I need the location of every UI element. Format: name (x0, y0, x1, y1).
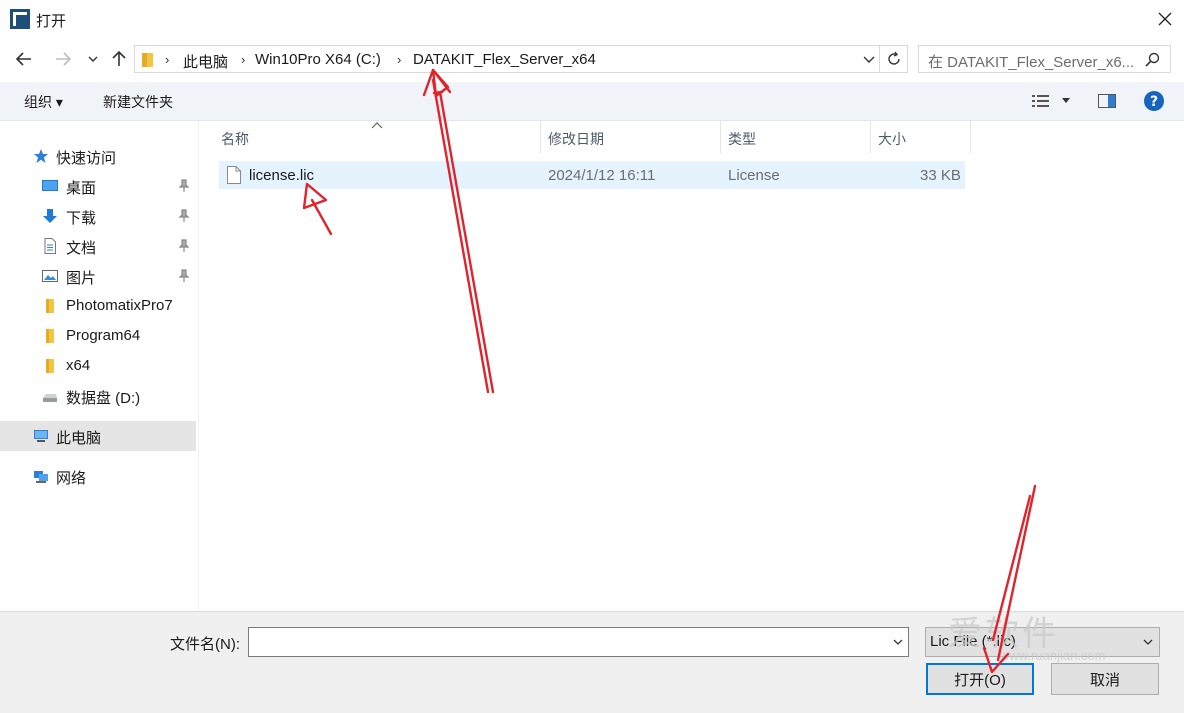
back-button[interactable] (11, 46, 37, 72)
toolbar: 组织 ▾ 新建文件夹 ? (0, 82, 1184, 121)
help-icon[interactable]: ? (1143, 90, 1165, 112)
sidebar-item-network[interactable]: 网络 (0, 461, 196, 491)
chevron-down-icon[interactable] (893, 639, 903, 646)
document-icon (44, 238, 56, 254)
filename-field[interactable] (248, 627, 909, 657)
sidebar-item-label: 数据盘 (D:) (66, 390, 141, 407)
arrow-up-icon (112, 51, 126, 66)
column-header-name[interactable]: 名称 (213, 121, 540, 153)
chevron-down-icon[interactable] (1061, 98, 1071, 104)
file-size: 33 KB (920, 167, 961, 184)
column-header-modified[interactable]: 修改日期 (540, 121, 720, 153)
pin-icon[interactable] (178, 269, 190, 283)
folder-icon (46, 329, 54, 343)
file-name: license.lic (249, 167, 315, 184)
sidebar-item-label: 文档 (66, 240, 97, 257)
column-label: 名称 (221, 131, 249, 147)
column-label: 大小 (878, 131, 906, 147)
recent-locations-button[interactable] (82, 46, 104, 72)
arrow-right-icon (56, 52, 71, 66)
computer-icon (34, 430, 48, 442)
sidebar-item-label: 此电脑 (56, 430, 102, 447)
pin-icon[interactable] (178, 239, 190, 253)
address-bar[interactable]: › 此电脑 › Win10Pro X64 (C:) › DATAKIT_Flex… (134, 45, 880, 73)
picture-icon (42, 270, 58, 282)
breadcrumb-drive-c[interactable]: Win10Pro X64 (C:) (255, 51, 381, 68)
sidebar-item-this-pc[interactable]: 此电脑 (0, 421, 196, 451)
watermark-url: www.ruanjian.com (1000, 648, 1106, 663)
download-icon (43, 209, 57, 223)
chevron-down-icon[interactable] (863, 56, 875, 64)
column-header-type[interactable]: 类型 (720, 121, 870, 153)
chevron-down-icon (1143, 639, 1153, 645)
sidebar-item-quick-access[interactable]: 快速访问 (0, 141, 196, 171)
breadcrumb-separator: › (397, 52, 402, 67)
sidebar-item-program64[interactable]: Program64 (0, 321, 196, 351)
search-icon[interactable] (1145, 52, 1160, 67)
window-title: 打开 (36, 13, 67, 30)
organize-button[interactable]: 组织 ▾ (24, 92, 63, 112)
sidebar-item-drive-d[interactable]: 数据盘 (D:) (0, 381, 196, 411)
column-divider[interactable] (970, 121, 971, 153)
breadcrumb-this-pc[interactable]: 此电脑 (183, 51, 228, 72)
sidebar-item-x64[interactable]: x64 (0, 351, 196, 381)
sidebar-item-label: PhotomatixPro7 (66, 297, 173, 314)
drive-icon (43, 394, 57, 402)
breadcrumb-current-folder[interactable]: DATAKIT_Flex_Server_x64 (413, 51, 596, 68)
cancel-button[interactable]: 取消 (1051, 663, 1159, 695)
sort-ascending-icon (371, 122, 383, 129)
sidebar-item-photomatixpro7[interactable]: PhotomatixPro7 (0, 291, 196, 321)
sidebar-item-label: 快速访问 (56, 150, 117, 167)
folder-icon (46, 359, 54, 373)
file-type: License (728, 167, 780, 184)
svg-text:?: ? (1150, 94, 1158, 110)
arrow-left-icon (16, 52, 31, 66)
close-button[interactable] (1146, 0, 1184, 38)
sidebar-item-label: Program64 (66, 327, 141, 344)
sidebar-item-documents[interactable]: 文档 (0, 231, 196, 261)
close-icon (1158, 12, 1172, 26)
breadcrumb-separator: › (165, 52, 170, 67)
sidebar-item-downloads[interactable]: 下载 (0, 201, 196, 231)
sidebar-item-pictures[interactable]: 图片 (0, 261, 196, 291)
title-bar: 打开 (0, 0, 1184, 38)
filename-label: 文件名(N): (170, 636, 240, 653)
sidebar-item-label: 图片 (66, 270, 97, 287)
refresh-icon (887, 51, 900, 65)
sidebar-item-label: 网络 (56, 470, 87, 487)
sidebar-item-label: 桌面 (66, 180, 97, 197)
search-input[interactable]: 在 DATAKIT_Flex_Server_x6... (928, 51, 1134, 72)
column-header-size[interactable]: 大小 (870, 121, 970, 153)
app-icon (10, 9, 30, 29)
folder-icon (142, 53, 153, 67)
folder-icon (46, 299, 54, 313)
sidebar-item-desktop[interactable]: 桌面 (0, 171, 196, 201)
open-button[interactable]: 打开(O) (926, 663, 1034, 695)
network-icon (34, 471, 48, 483)
pin-icon[interactable] (178, 209, 190, 223)
sidebar-item-label: x64 (66, 357, 91, 374)
pin-icon[interactable] (178, 179, 190, 193)
table-row[interactable]: license.lic 2024/1/12 16:11 License 33 K… (219, 161, 965, 189)
new-folder-button[interactable]: 新建文件夹 (103, 92, 173, 112)
star-icon (34, 149, 48, 163)
search-box[interactable]: 在 DATAKIT_Flex_Server_x6... (918, 45, 1171, 73)
up-button[interactable] (106, 46, 132, 72)
sidebar-item-label: 下载 (66, 210, 97, 227)
forward-button[interactable] (50, 46, 76, 72)
refresh-button[interactable] (880, 45, 908, 73)
file-list: 名称 修改日期 类型 大小 (199, 121, 1184, 611)
view-options-icon[interactable] (1032, 94, 1050, 108)
breadcrumb-separator: › (241, 52, 246, 67)
column-label: 修改日期 (548, 131, 604, 147)
file-modified: 2024/1/12 16:11 (548, 167, 656, 184)
column-label: 类型 (728, 131, 756, 147)
chevron-down-icon (88, 56, 98, 62)
desktop-icon (42, 180, 58, 191)
preview-pane-icon[interactable] (1098, 94, 1116, 108)
file-icon (227, 166, 241, 184)
